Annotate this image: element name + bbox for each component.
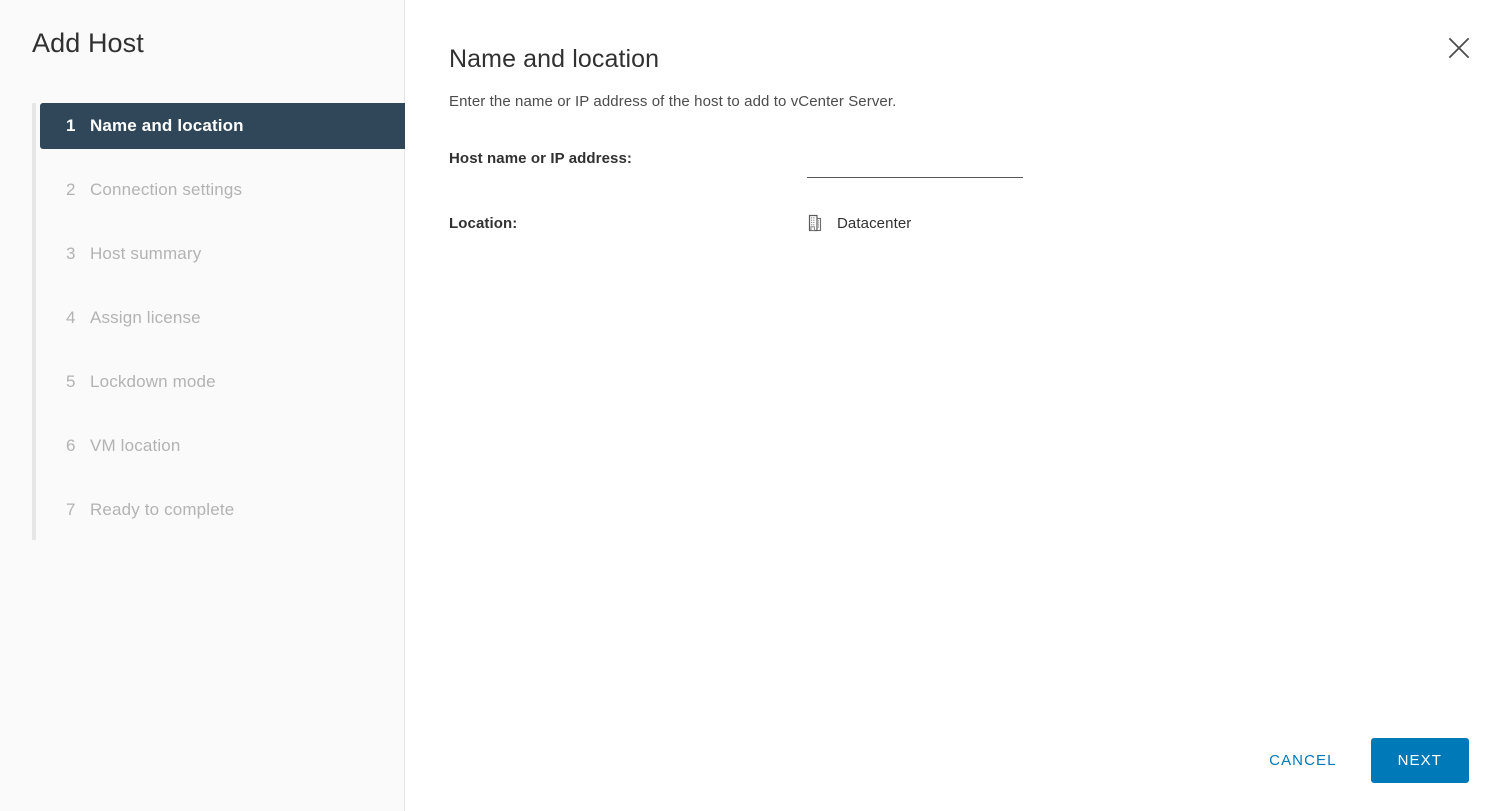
sidebar-step-vm-location[interactable]: 6 VM location bbox=[40, 423, 405, 469]
step-label: Ready to complete bbox=[90, 500, 235, 519]
step-label: Lockdown mode bbox=[90, 372, 216, 391]
step-number: 6 bbox=[66, 436, 76, 455]
sidebar-step-lockdown-mode[interactable]: 5 Lockdown mode bbox=[40, 359, 405, 405]
page-title: Name and location bbox=[449, 44, 660, 73]
step-label: Host summary bbox=[90, 244, 202, 263]
add-host-wizard: Add Host 1 Name and location 2 Connectio… bbox=[0, 0, 1497, 811]
sidebar-step-assign-license[interactable]: 4 Assign license bbox=[40, 295, 405, 341]
host-name-input[interactable] bbox=[807, 150, 1023, 178]
datacenter-building-icon bbox=[808, 214, 822, 232]
cancel-button[interactable]: CANCEL bbox=[1263, 744, 1342, 777]
step-label: Connection settings bbox=[90, 180, 243, 199]
step-number: 4 bbox=[66, 308, 76, 327]
page-description: Enter the name or IP address of the host… bbox=[449, 93, 897, 110]
wizard-title: Add Host bbox=[32, 28, 144, 58]
sidebar-step-connection-settings[interactable]: 2 Connection settings bbox=[40, 167, 405, 213]
wizard-step-list: 1 Name and location 2 Connection setting… bbox=[32, 103, 405, 540]
location-value: Datacenter bbox=[807, 213, 911, 233]
step-label: Name and location bbox=[90, 116, 244, 135]
wizard-footer: CANCEL NEXT bbox=[1263, 738, 1469, 783]
wizard-content: Name and location Enter the name or IP a… bbox=[405, 0, 1497, 811]
step-list-rail bbox=[32, 103, 36, 540]
sidebar-step-ready-to-complete[interactable]: 7 Ready to complete bbox=[40, 487, 405, 533]
name-and-location-form: Host name or IP address: Location: Datac… bbox=[449, 138, 1089, 243]
host-name-label: Host name or IP address: bbox=[449, 149, 633, 167]
step-label: VM location bbox=[90, 436, 181, 455]
location-row: Location: Datacenter bbox=[449, 203, 1089, 243]
step-number: 5 bbox=[66, 372, 76, 391]
step-number: 7 bbox=[66, 500, 76, 519]
wizard-sidebar: Add Host 1 Name and location 2 Connectio… bbox=[0, 0, 405, 811]
close-icon[interactable] bbox=[1443, 32, 1475, 64]
step-number: 3 bbox=[66, 244, 76, 263]
next-button[interactable]: NEXT bbox=[1370, 738, 1469, 783]
step-label: Assign license bbox=[90, 308, 201, 327]
host-name-row: Host name or IP address: bbox=[449, 138, 1089, 178]
step-number: 2 bbox=[66, 180, 76, 199]
sidebar-step-name-and-location[interactable]: 1 Name and location bbox=[40, 103, 405, 149]
step-number: 1 bbox=[66, 116, 76, 135]
location-label: Location: bbox=[449, 214, 518, 232]
location-name: Datacenter bbox=[837, 214, 912, 232]
sidebar-step-host-summary[interactable]: 3 Host summary bbox=[40, 231, 405, 277]
